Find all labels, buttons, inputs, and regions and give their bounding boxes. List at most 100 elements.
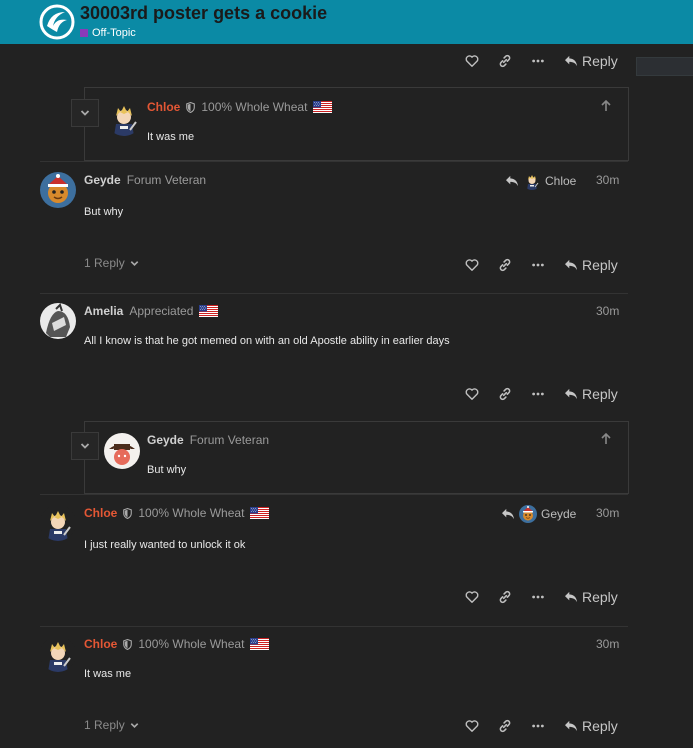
chevron-down-icon [129, 258, 140, 269]
post-actions: Reply [465, 53, 618, 69]
show-replies-button[interactable]: 1 Reply [84, 256, 140, 270]
heart-icon[interactable] [465, 387, 479, 401]
reply-arrow-icon [564, 259, 578, 271]
topic-header: 30003rd poster gets a cookie Off-Topic [0, 0, 693, 44]
avatar [523, 172, 541, 190]
category-label: Off-Topic [92, 27, 136, 39]
avatar[interactable] [40, 172, 76, 208]
reply-button[interactable]: Reply [564, 386, 618, 402]
link-icon[interactable] [498, 590, 512, 604]
chevron-down-icon [79, 440, 91, 452]
collapse-embed-button[interactable] [71, 99, 99, 127]
jump-up-icon[interactable] [600, 433, 612, 445]
us-flag-icon [250, 507, 269, 519]
post-divider [40, 293, 628, 294]
link-icon[interactable] [498, 258, 512, 272]
reply-arrow-icon [564, 591, 578, 603]
avatar[interactable] [106, 100, 142, 136]
post-date[interactable]: 30m [596, 304, 619, 318]
collapse-embed-button[interactable] [71, 432, 99, 460]
reply-arrow-icon [564, 55, 578, 67]
topic-title[interactable]: 30003rd poster gets a cookie [80, 3, 327, 24]
username[interactable]: Geyde [84, 173, 121, 187]
post-body: But why [84, 206, 124, 218]
shield-icon [186, 102, 195, 113]
shield-icon [123, 639, 132, 650]
ellipsis-icon[interactable] [531, 387, 545, 401]
post-actions: Reply [465, 386, 618, 402]
heart-icon[interactable] [465, 54, 479, 68]
embed-meta: Geyde Forum Veteran [147, 433, 269, 447]
ellipsis-icon[interactable] [531, 54, 545, 68]
post-body: It was me [84, 668, 132, 680]
post-divider [40, 494, 628, 495]
post-date[interactable]: 30m [596, 506, 619, 520]
post-actions: Reply [465, 718, 618, 734]
reply-button[interactable]: Reply [564, 589, 618, 605]
post-body: All I know is that he got memed on with … [84, 335, 450, 347]
post-meta: Amelia Appreciated [84, 304, 218, 318]
username[interactable]: Chloe [84, 506, 117, 520]
post-actions: Reply [465, 589, 618, 605]
embedded-reply [84, 87, 629, 161]
avatar[interactable] [40, 505, 76, 541]
reply-button[interactable]: Reply [564, 53, 618, 69]
post-meta: Chloe 100% Whole Wheat [84, 506, 269, 520]
site-logo-icon[interactable] [39, 4, 75, 40]
ellipsis-icon[interactable] [531, 258, 545, 272]
reply-count: 1 Reply [84, 718, 125, 732]
show-replies-button[interactable]: 1 Reply [84, 718, 140, 732]
reply-button[interactable]: Reply [564, 718, 618, 734]
link-icon[interactable] [498, 387, 512, 401]
post-divider [40, 626, 628, 627]
chevron-down-icon [129, 720, 140, 731]
user-title: Forum Veteran [189, 433, 270, 447]
heart-icon[interactable] [465, 258, 479, 272]
post-date[interactable]: 30m [596, 173, 619, 187]
link-icon[interactable] [498, 719, 512, 733]
reply-button[interactable]: Reply [564, 257, 618, 273]
ellipsis-icon[interactable] [531, 590, 545, 604]
link-icon[interactable] [498, 54, 512, 68]
jump-up-icon[interactable] [600, 100, 612, 112]
header-overflow-button[interactable] [636, 57, 693, 76]
post-date[interactable]: 30m [596, 637, 619, 651]
post-divider [40, 161, 628, 162]
reply-arrow-icon [564, 720, 578, 732]
post-meta: Geyde Forum Veteran [84, 173, 206, 187]
user-title: 100% Whole Wheat [138, 506, 245, 520]
username[interactable]: Geyde [147, 433, 184, 447]
avatar [519, 505, 537, 523]
user-title: Forum Veteran [126, 173, 207, 187]
avatar[interactable] [40, 303, 76, 339]
us-flag-icon [313, 101, 332, 113]
shield-icon [123, 508, 132, 519]
avatar[interactable] [104, 433, 140, 469]
heart-icon[interactable] [465, 719, 479, 733]
ellipsis-icon[interactable] [531, 719, 545, 733]
post-body: I just really wanted to unlock it ok [84, 539, 246, 551]
post-actions: Reply [465, 257, 618, 273]
reply-arrow-icon [564, 388, 578, 400]
avatar[interactable] [40, 636, 76, 672]
reply-to-tab[interactable]: Chloe [505, 172, 576, 190]
user-title: Appreciated [129, 304, 194, 318]
username[interactable]: Amelia [84, 304, 123, 318]
reply-arrow-icon [501, 508, 515, 520]
reply-to-username: Chloe [545, 174, 577, 188]
reply-to-tab[interactable]: Geyde [501, 505, 576, 523]
us-flag-icon [250, 638, 269, 650]
username[interactable]: Chloe [147, 100, 180, 114]
reply-to-username: Geyde [541, 507, 577, 521]
embedded-reply [84, 421, 629, 494]
post-body: It was me [147, 131, 195, 143]
username[interactable]: Chloe [84, 637, 117, 651]
embed-meta: Chloe 100% Whole Wheat [147, 100, 332, 114]
reply-arrow-icon [505, 175, 519, 187]
post-body: But why [147, 464, 187, 476]
user-title: 100% Whole Wheat [201, 100, 308, 114]
post-meta: Chloe 100% Whole Wheat [84, 637, 269, 651]
heart-icon[interactable] [465, 590, 479, 604]
category-badge[interactable]: Off-Topic [80, 27, 136, 39]
us-flag-icon [199, 305, 218, 317]
